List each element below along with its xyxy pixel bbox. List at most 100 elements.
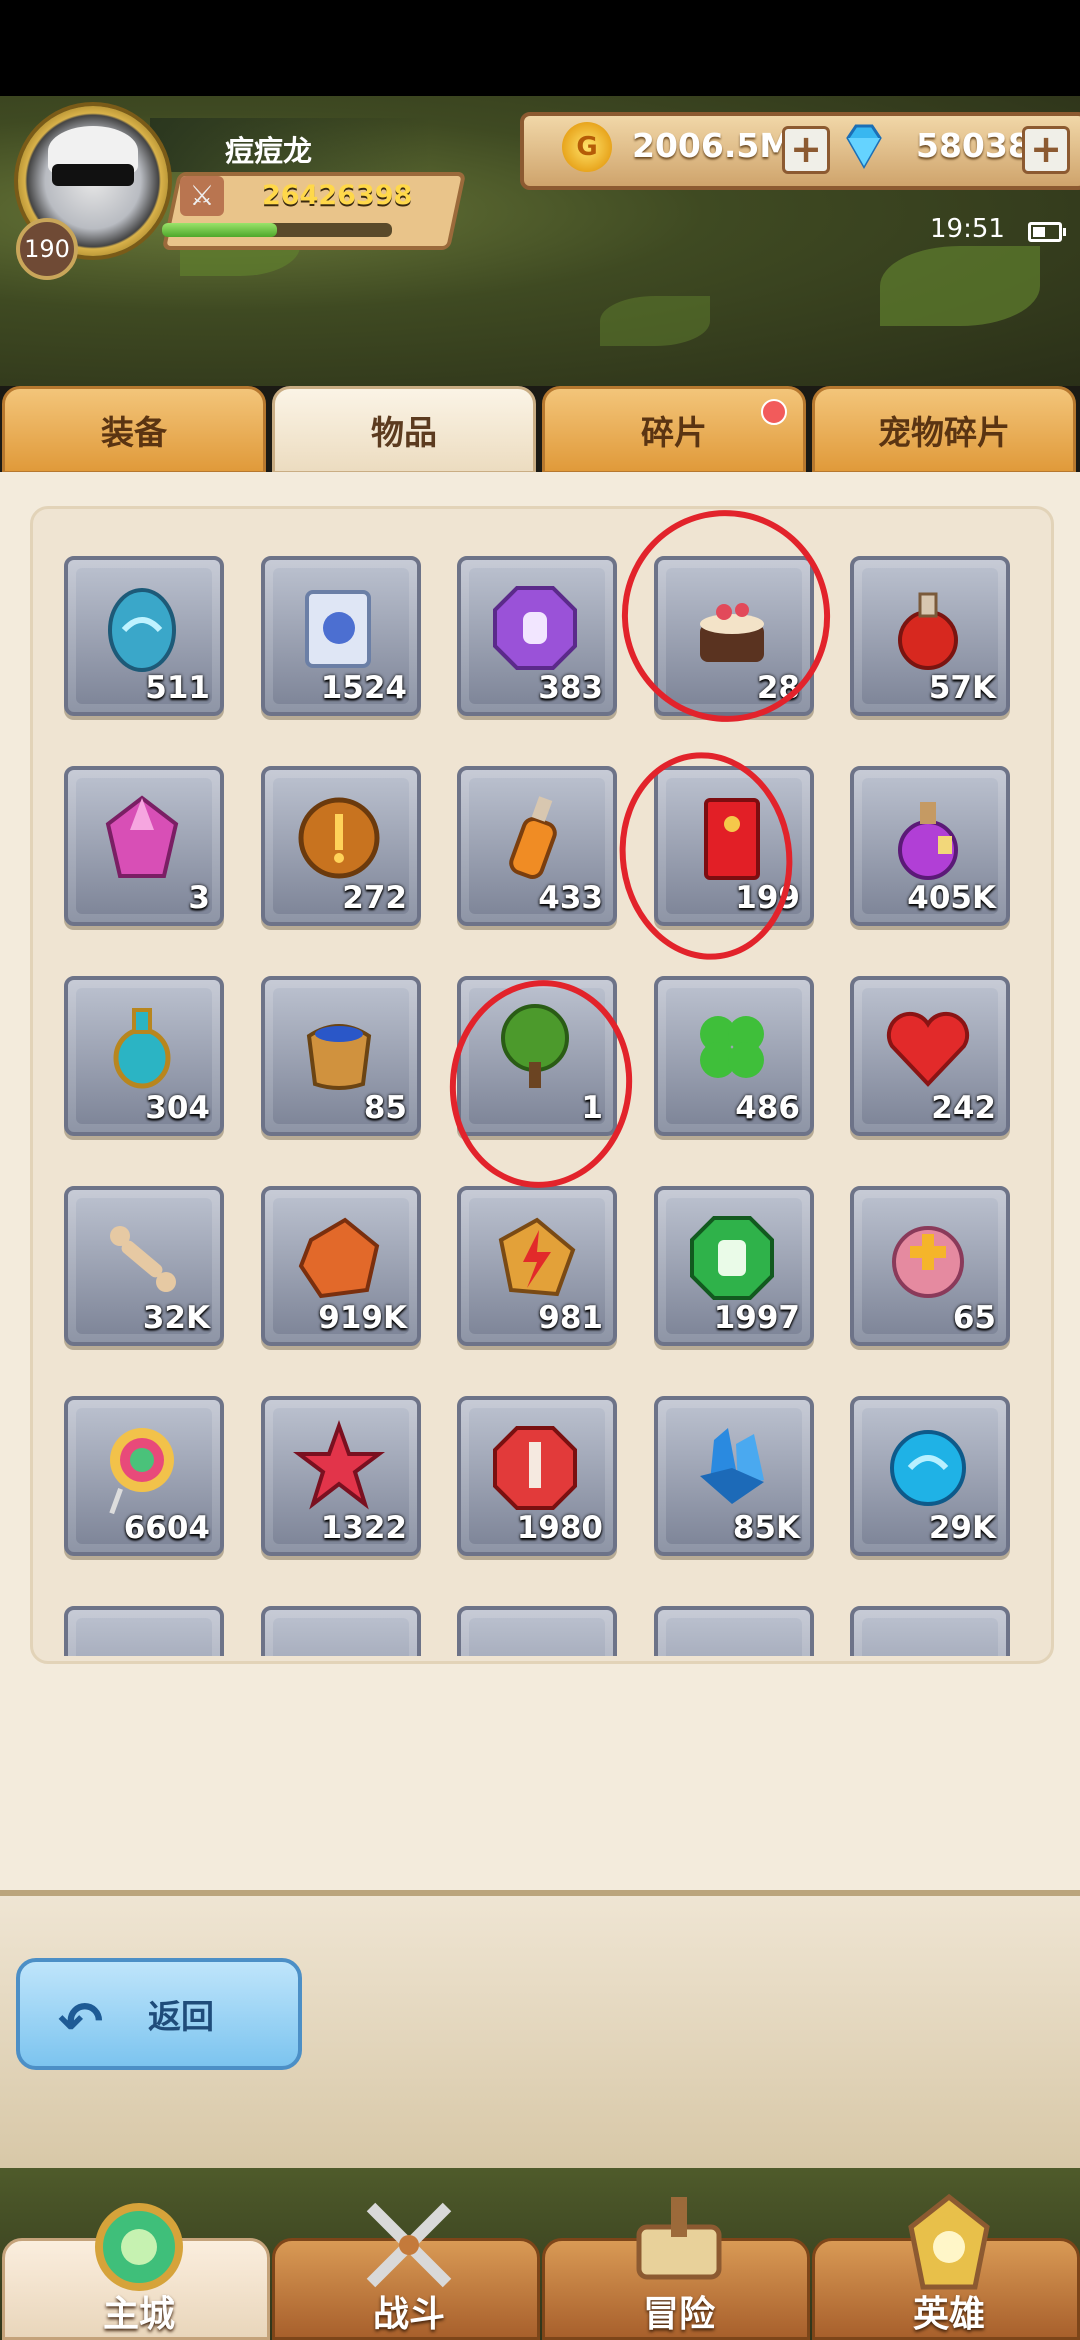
nav-main-city[interactable]: 主城 [2,2203,270,2340]
tab-label: 物品 [371,413,437,452]
item-count: 1524 [320,670,407,706]
item-count: 1980 [516,1510,603,1546]
bronze-coin-icon [291,790,387,886]
heal-orb-icon [880,1210,976,1306]
green-glove-gem-icon [684,1210,780,1306]
battery-icon [1028,222,1066,242]
crossed-swords-icon: ⚔ [180,176,224,216]
inventory-slot[interactable]: 57K [850,556,1010,716]
item-count: 6604 [123,1510,210,1546]
category-tabs: 装备 物品 碎片 宠物碎片 [0,386,1080,476]
blue-egg-icon [94,580,190,676]
inventory-slot[interactable]: 405K [850,766,1010,926]
inventory-slot[interactable]: 981 [457,1186,617,1346]
nav-heroes[interactable]: 英雄 [812,2193,1080,2340]
gold-coin-icon: G [562,122,612,172]
player-name: 痘痘龙 [225,134,313,168]
item-count: 57K [928,670,996,706]
lollipop-icon [94,1420,190,1516]
partial-4-icon [684,1630,780,1656]
item-count: 32K [142,1300,210,1336]
tab-pet-fragments[interactable]: 宠物碎片 [812,386,1076,474]
inventory-slot[interactable] [457,1606,617,1656]
item-count: 85K [732,1510,800,1546]
inventory-slot[interactable] [654,1606,814,1656]
item-count: 29K [928,1510,996,1546]
inventory-slot[interactable]: 29K [850,1396,1010,1556]
item-count: 65 [952,1300,996,1336]
item-count: 304 [145,1090,210,1126]
tab-equipment[interactable]: 装备 [2,386,266,474]
sack-icon [291,1000,387,1096]
red-star-icon [291,1420,387,1516]
inventory-slot[interactable]: 1322 [261,1396,421,1556]
teal-vase-icon [94,1000,190,1096]
status-bar [0,0,1080,96]
item-count: 919K [318,1300,407,1336]
heart-icon [880,1000,976,1096]
back-label: 返回 [148,1997,214,2036]
diamond-icon [846,124,882,170]
lightning-stone-icon [487,1210,583,1306]
inventory-slot[interactable]: 1997 [654,1186,814,1346]
item-count: 272 [342,880,407,916]
gem-value: 58038 [916,126,1031,165]
inventory-slot[interactable]: 1524 [261,556,421,716]
tab-label: 装备 [101,413,167,452]
inventory-slot[interactable] [64,1606,224,1656]
tab-label: 宠物碎片 [878,413,1010,452]
inventory-slot[interactable]: 6604 [64,1396,224,1556]
inventory-slot[interactable]: 272 [261,766,421,926]
nav-label: 冒险 [642,2294,715,2335]
item-count: 511 [145,670,210,706]
item-count: 486 [735,1090,800,1126]
blue-orb-icon [880,1420,976,1516]
partial-5-icon [880,1630,976,1656]
inventory-slot[interactable]: 65 [850,1186,1010,1346]
inventory-slot[interactable]: 511 [64,556,224,716]
orange-potion-icon [487,790,583,886]
notification-dot [761,399,787,425]
pink-crystal-icon [94,790,190,886]
inventory-slot[interactable] [850,1606,1010,1656]
clock: 19:51 [930,214,1005,244]
item-count: 433 [538,880,603,916]
add-gold-button[interactable]: + [782,126,830,174]
inventory-slot[interactable]: 304 [64,976,224,1136]
partial-1-icon [94,1630,190,1656]
nav-label: 主城 [102,2294,175,2335]
red-potion-icon [880,580,976,676]
item-count: 3 [188,880,210,916]
orange-ore-icon [291,1210,387,1306]
inventory-slot[interactable]: 85K [654,1396,814,1556]
item-count: 1322 [320,1510,407,1546]
item-count: 981 [538,1300,603,1336]
clover-icon [684,1000,780,1096]
item-count: 1997 [713,1300,800,1336]
item-count: 405K [907,880,996,916]
inventory-slot[interactable]: 433 [457,766,617,926]
purple-potion-icon [880,790,976,886]
inventory-slot[interactable]: 1980 [457,1396,617,1556]
nav-adventure[interactable]: 冒险 [542,2197,810,2340]
add-gem-button[interactable]: + [1022,126,1070,174]
inventory-slot[interactable]: 919K [261,1186,421,1346]
inventory-slot[interactable]: 3 [64,766,224,926]
bottom-nav: 主城 战斗 冒险 英雄 [0,2168,1080,2340]
tab-fragments[interactable]: 碎片 [542,386,806,474]
power-value: 26426398 [262,180,413,211]
bone-icon [94,1210,190,1306]
inventory-slot[interactable]: 486 [654,976,814,1136]
inventory-slot[interactable] [261,1606,421,1656]
inventory-slot[interactable]: 383 [457,556,617,716]
inventory-slot[interactable]: 242 [850,976,1010,1136]
back-arrow-icon: ↶ [58,1990,104,2053]
tab-items[interactable]: 物品 [272,386,536,474]
nav-label: 英雄 [912,2294,985,2335]
inventory-slot[interactable]: 32K [64,1186,224,1346]
nav-battle[interactable]: 战斗 [272,2202,540,2340]
gold-value: 2006.5M [632,126,793,165]
exp-bar [162,223,392,237]
inventory-slot[interactable]: 85 [261,976,421,1136]
exp-bar-fill [162,223,277,237]
